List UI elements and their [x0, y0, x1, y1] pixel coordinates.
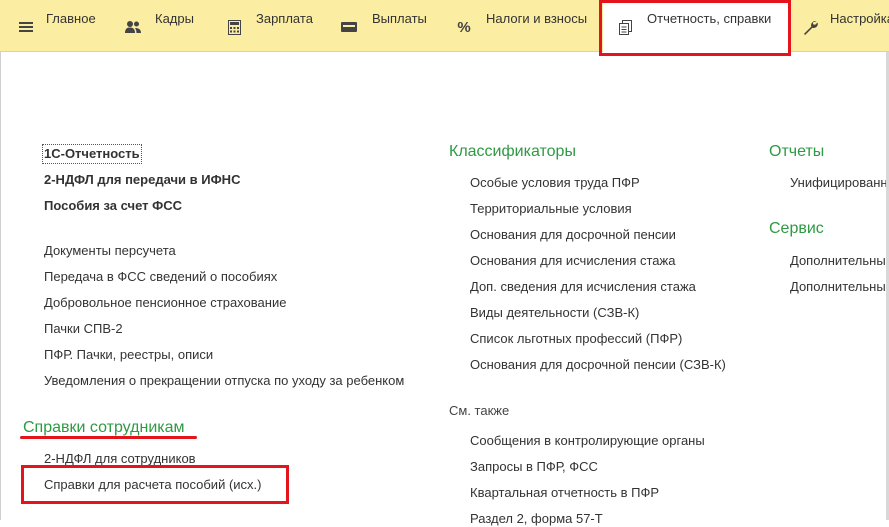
reports-tab-highlight-box — [599, 0, 791, 56]
certificates-link-highlight-box — [21, 465, 289, 504]
link-quarterly-pfr-reporting[interactable]: Квартальная отчетность в ПФР — [470, 485, 659, 501]
section-title-service: Сервис — [769, 220, 824, 237]
link-seniority-grounds[interactable]: Основания для исчисления стажа — [470, 253, 675, 269]
reports-links-clip: Унифицированные — [790, 175, 886, 193]
hamburger-menu-icon — [18, 19, 34, 35]
link-unified-reports[interactable]: Унифицированные — [790, 175, 886, 191]
menu-tab-main[interactable]: Главное — [0, 0, 110, 52]
link-leave-termination-notices[interactable]: Уведомления о прекращении отпуска по ухо… — [44, 373, 404, 389]
section-title-see-also: См. также — [449, 403, 510, 418]
menu-tab-staff[interactable]: Кадры — [115, 0, 215, 52]
link-section2-form57t[interactable]: Раздел 2, форма 57-Т — [470, 511, 603, 527]
service-links-clip: Дополнительные Дополнительные — [790, 253, 886, 297]
menu-tab-label: Зарплата — [256, 11, 313, 26]
section-title-employee-certificates: Справки сотрудникам — [23, 419, 185, 436]
menu-tab-taxes[interactable]: % Налоги и взносы — [448, 0, 598, 52]
menu-tab-label: Настройка — [830, 11, 889, 26]
menu-tab-label: Налоги и взносы — [486, 11, 588, 26]
link-special-conditions-pfr[interactable]: Особые условия труда ПФР — [470, 175, 640, 191]
link-requests-pfr-fss[interactable]: Запросы в ПФР, ФСС — [470, 459, 598, 475]
link-2ndfl-ifns[interactable]: 2-НДФЛ для передачи в ИФНС — [44, 172, 240, 188]
menu-tab-label: Выплаты — [372, 11, 427, 26]
menu-tab-salary[interactable]: Зарплата — [220, 0, 330, 52]
link-1c-reporting[interactable]: 1С-Отчетность — [42, 144, 142, 164]
menu-tab-label: Кадры — [155, 11, 194, 26]
link-privileged-professions[interactable]: Список льготных профессий (ПФР) — [470, 331, 682, 347]
section-title-underline — [20, 436, 197, 439]
link-territorial-conditions[interactable]: Территориальные условия — [470, 201, 632, 217]
wallet-icon — [341, 19, 357, 35]
menu-tab-settings[interactable]: Настройка — [798, 0, 889, 52]
link-activity-types[interactable]: Виды деятельности (СЗВ-К) — [470, 305, 639, 321]
menu-tab-payments[interactable]: Выплаты — [335, 0, 440, 52]
menu-tab-label: Главное — [46, 11, 96, 26]
people-icon — [125, 19, 141, 35]
section-title-classifiers: Классификаторы — [449, 143, 576, 160]
link-service-additional-1[interactable]: Дополнительные — [790, 253, 886, 269]
link-fss-benefits[interactable]: Пособия за счет ФСС — [44, 198, 182, 214]
link-fss-benefit-transfer[interactable]: Передача в ФСС сведений о пособиях — [44, 269, 277, 285]
percent-icon: % — [457, 18, 471, 36]
link-pfr-packs[interactable]: ПФР. Пачки, реестры, описи — [44, 347, 213, 363]
link-early-pension-grounds[interactable]: Основания для досрочной пенсии — [470, 227, 676, 243]
link-additional-seniority-info[interactable]: Доп. сведения для исчисления стажа — [470, 279, 696, 295]
section-title-reports: Отчеты — [769, 143, 825, 160]
link-spv2-packs[interactable]: Пачки СПВ-2 — [44, 321, 123, 337]
link-voluntary-pension[interactable]: Добровольное пенсионное страхование — [44, 295, 286, 311]
link-personnel-docs[interactable]: Документы персучета — [44, 243, 176, 259]
wrench-icon — [802, 19, 818, 35]
link-messages-to-authorities[interactable]: Сообщения в контролирующие органы — [470, 433, 705, 449]
content-left-border — [0, 52, 1, 520]
link-early-pension-szvk[interactable]: Основания для досрочной пенсии (СЗВ-К) — [470, 357, 726, 373]
link-service-additional-2[interactable]: Дополнительные — [790, 279, 886, 295]
calculator-icon — [226, 19, 242, 35]
